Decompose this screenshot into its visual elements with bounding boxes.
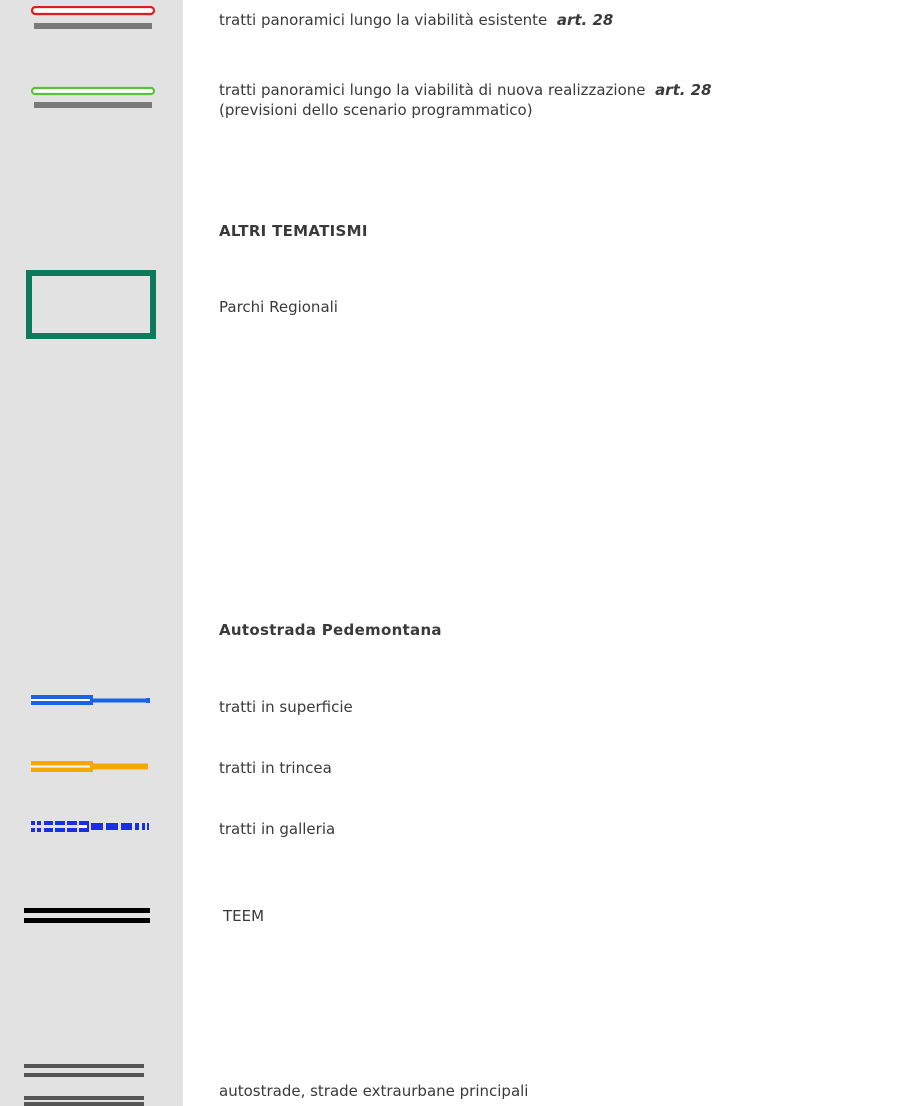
- panoramic-new-accent-line: [30, 86, 156, 96]
- teem-symbol: [24, 908, 150, 923]
- parchi-regionali-label: Parchi Regionali: [219, 298, 338, 316]
- parchi-regionali-symbol: [26, 270, 156, 339]
- altri-tematismi-heading: ALTRI TEMATISMI: [219, 222, 368, 240]
- panoramic-existing-ref: art. 28: [556, 11, 614, 29]
- autostrade-symbol: [24, 1064, 144, 1106]
- pedemontana-trincea-label: tratti in trincea: [219, 759, 332, 777]
- panoramic-new-road-line: [34, 102, 152, 108]
- pedemontana-heading: Autostrada Pedemontana: [219, 621, 442, 639]
- pedemontana-trincea-symbol: [31, 761, 148, 772]
- panoramic-existing-item: tratti panoramici lungo la viabilità esi…: [219, 10, 613, 30]
- pedemontana-superficie-symbol: [31, 695, 150, 705]
- pedemontana-galleria-label: tratti in galleria: [219, 820, 336, 838]
- pedemontana-superficie-label: tratti in superficie: [219, 698, 353, 716]
- panoramic-new-symbol: [30, 86, 156, 108]
- panoramic-new-label: tratti panoramici lungo la viabilità di …: [219, 81, 646, 99]
- panoramic-new-sub: (previsioni dello scenario programmatico…: [219, 101, 533, 119]
- panoramic-existing-symbol: [30, 6, 156, 29]
- teem-label: TEEM: [223, 907, 265, 925]
- legend-symbol-column: [0, 0, 183, 1106]
- panoramic-existing-accent-line: [30, 6, 156, 16]
- panoramic-existing-label: tratti panoramici lungo la viabilità esi…: [219, 11, 548, 29]
- panoramic-existing-road-line: [34, 23, 152, 29]
- panoramic-new-item: tratti panoramici lungo la viabilità di …: [219, 80, 712, 100]
- panoramic-new-ref: art. 28: [655, 81, 712, 99]
- pedemontana-galleria-symbol: [31, 821, 149, 832]
- autostrade-label: autostrade, strade extraurbane principal…: [219, 1082, 529, 1100]
